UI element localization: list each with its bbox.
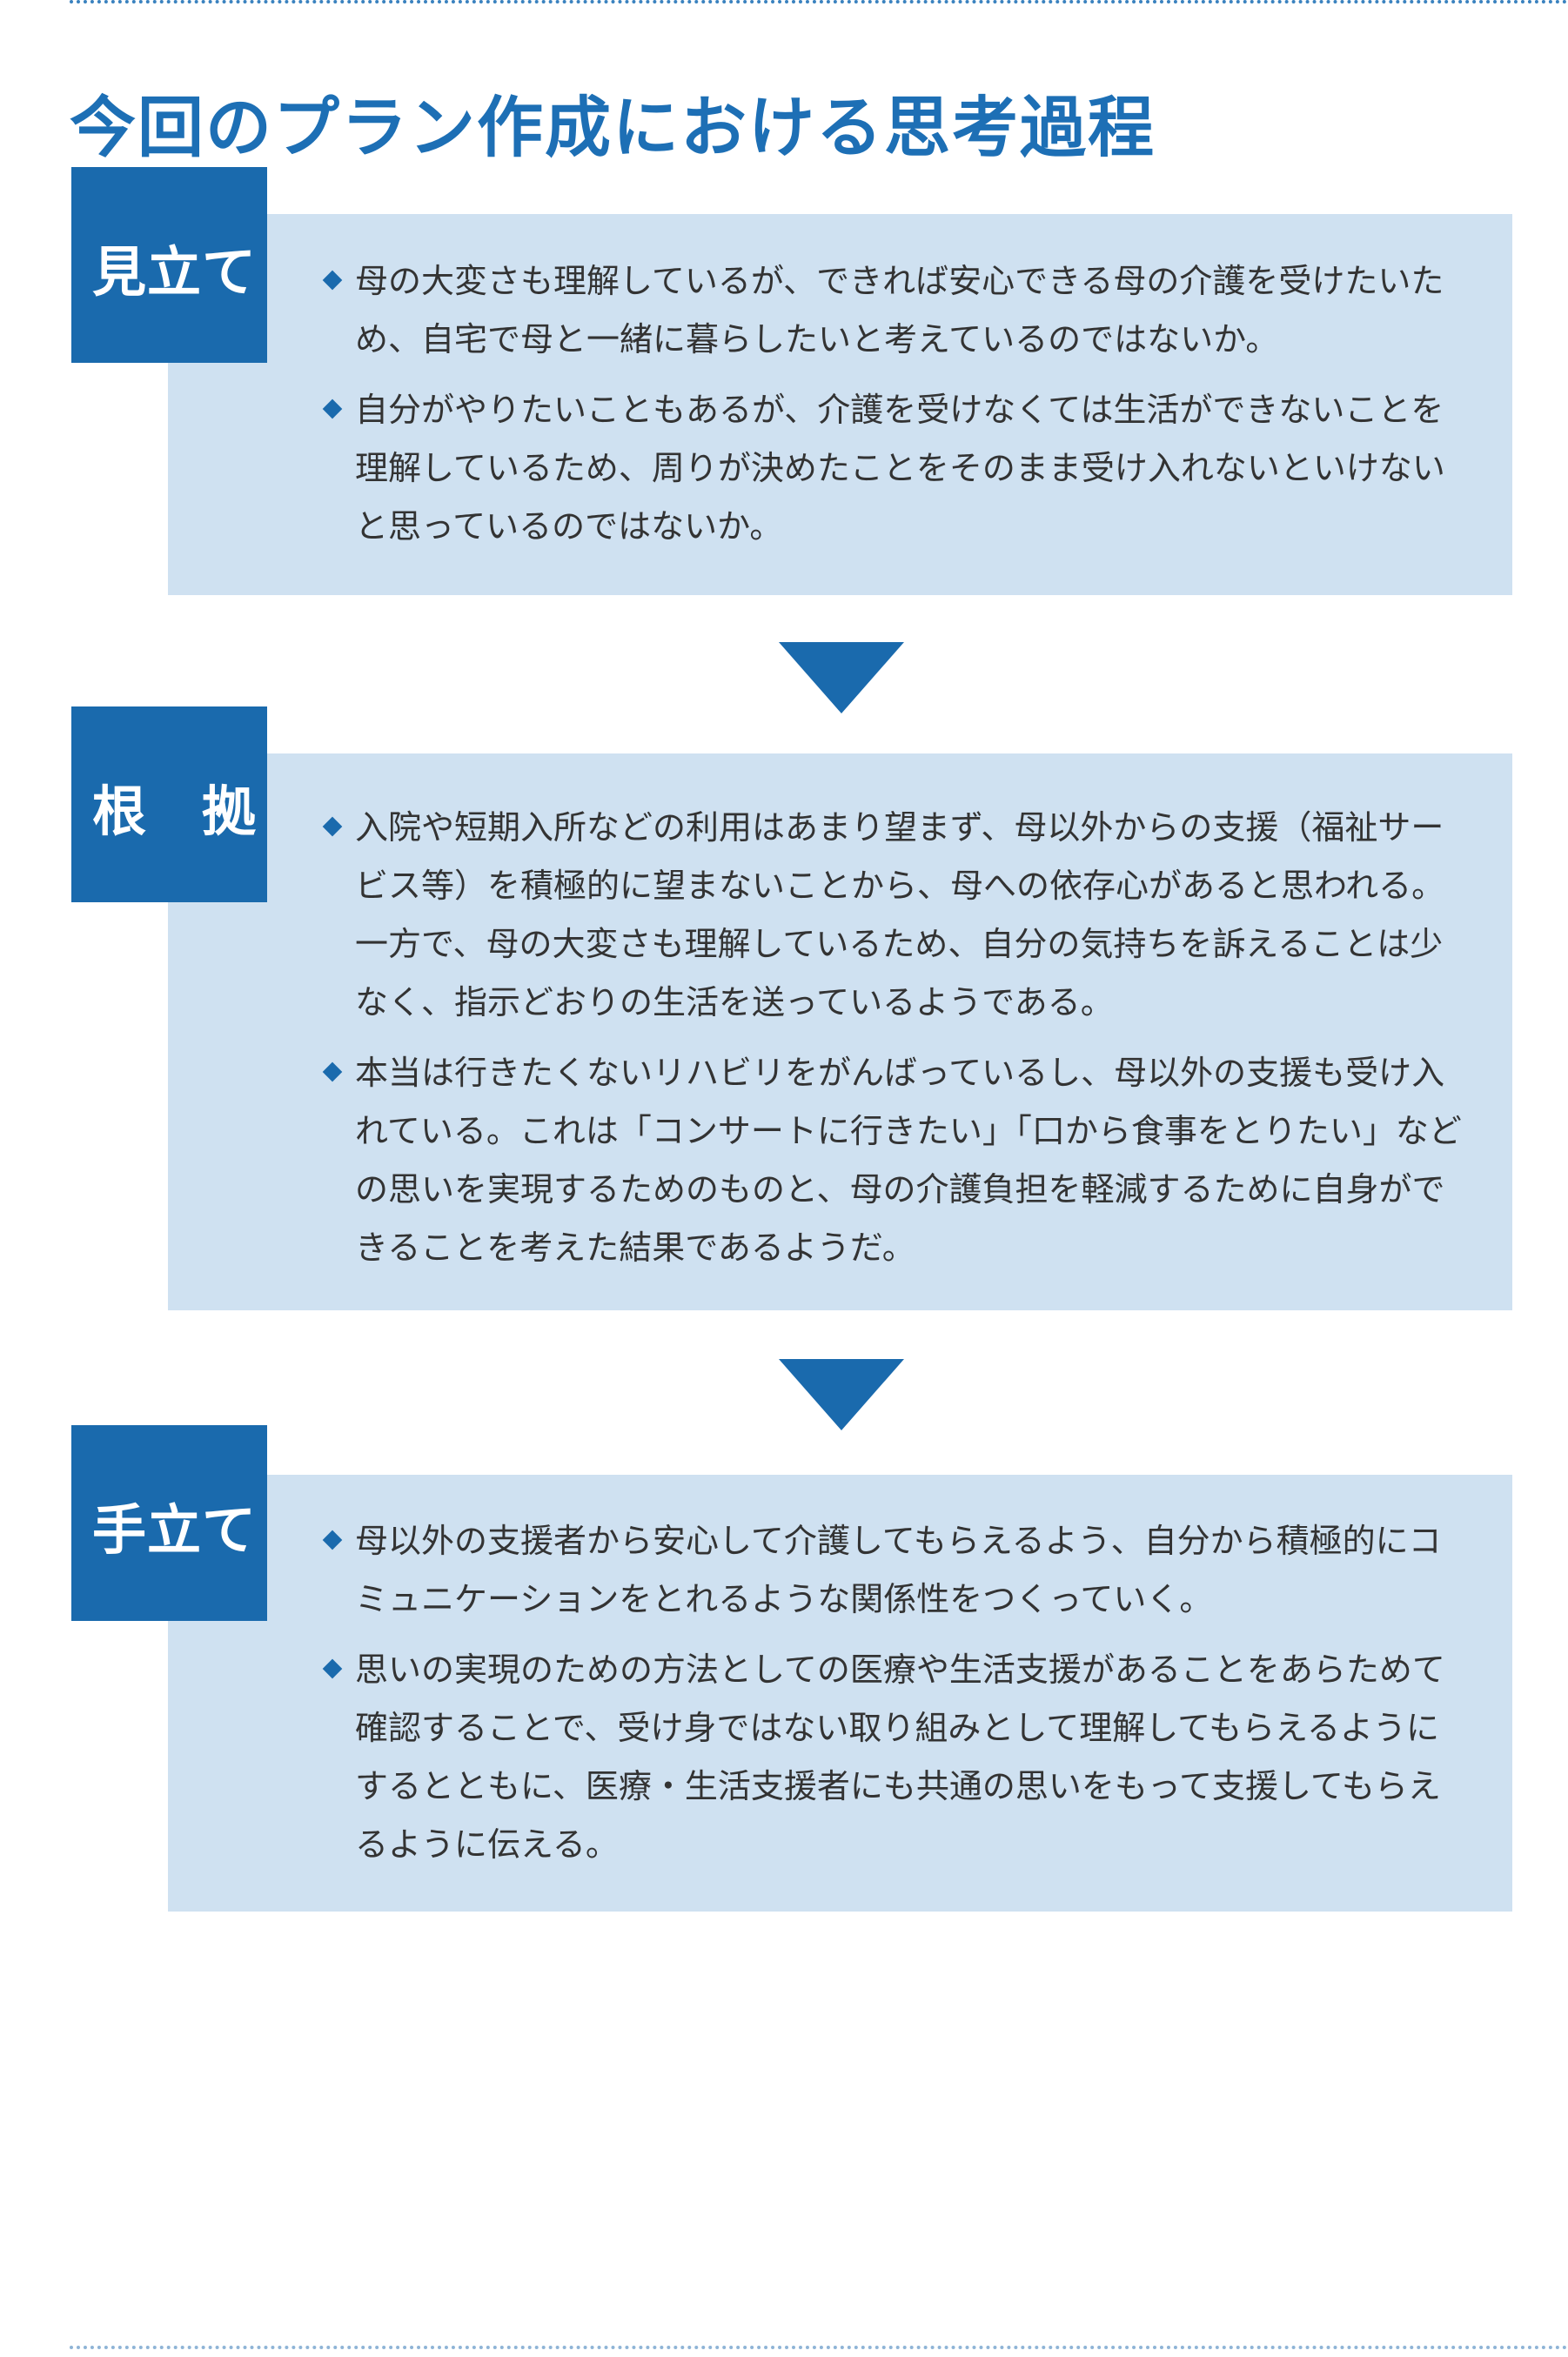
bullet-item: 自分がやりたいこともあるが、介護を受けなくては生活ができないことを理解しているた… [322, 381, 1469, 556]
section-label-measures: 手立て [71, 1425, 267, 1621]
arrow-down-icon [779, 642, 904, 713]
bullet-list-measures: 母以外の支援者から安心して介護してもらえるよう、自分から積極的にコミュニケーショ… [322, 1512, 1469, 1886]
bullet-item: 入院や短期入所などの利用はあまり望まず、母以外からの支援（福祉サービス等）を積極… [322, 799, 1469, 1032]
bullet-item: 母の大変さも理解しているが、できれば安心できる母の介護を受けたいため、自宅で母と… [322, 252, 1469, 369]
bullet-item: 思いの実現のための方法としての医療や生活支援があることをあらためて確認することで… [322, 1641, 1469, 1874]
page-title: 今回のプラン作成における思考過程 [70, 88, 1156, 166]
bullet-text: 母以外の支援者から安心して介護してもらえるよう、自分から積極的にコミュニケーショ… [355, 1522, 1442, 1618]
bullet-item: 本当は行きたくないリハビリをがんばっているし、母以外の支援も受け入れている。これ… [322, 1044, 1469, 1277]
bullet-text: 自分がやりたいこともあるが、介護を受けなくては生活ができないことを理解しているた… [355, 391, 1445, 546]
top-dotted-divider [70, 0, 1568, 3]
bullet-text: 母の大変さも理解しているが、できれば安心できる母の介護を受けたいため、自宅で母と… [355, 262, 1444, 358]
bullet-text: 本当は行きたくないリハビリをがんばっているし、母以外の支援も受け入れている。これ… [355, 1054, 1462, 1267]
section-label-assessment: 見立て [71, 167, 267, 363]
bullet-list-rationale: 入院や短期入所などの利用はあまり望まず、母以外からの支援（福祉サービス等）を積極… [322, 799, 1469, 1289]
bullet-list-assessment: 母の大変さも理解しているが、できれば安心できる母の介護を受けたいため、自宅で母と… [322, 252, 1469, 568]
diamond-bullet-icon [322, 270, 343, 291]
bullet-item: 母以外の支援者から安心して介護してもらえるよう、自分から積極的にコミュニケーショ… [322, 1512, 1469, 1629]
arrow-down-icon [779, 1359, 904, 1430]
diamond-bullet-icon [322, 816, 343, 837]
section-label-rationale: 根 拠 [71, 706, 267, 902]
diamond-bullet-icon [322, 1658, 343, 1679]
diamond-bullet-icon [322, 1061, 343, 1082]
bullet-text: 入院や短期入所などの利用はあまり望まず、母以外からの支援（福祉サービス等）を積極… [355, 808, 1445, 1021]
bottom-dotted-divider [70, 2346, 1568, 2349]
diamond-bullet-icon [322, 1530, 343, 1550]
diamond-bullet-icon [322, 398, 343, 419]
bullet-text: 思いの実現のための方法としての医療や生活支援があることをあらためて確認することで… [355, 1651, 1445, 1864]
